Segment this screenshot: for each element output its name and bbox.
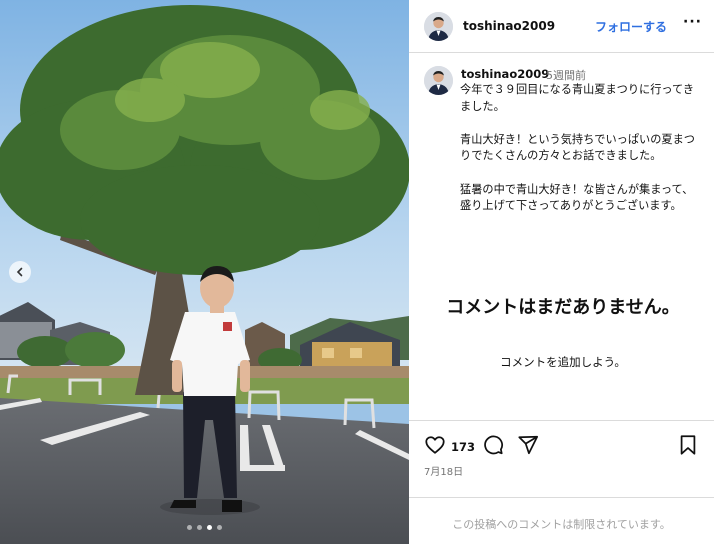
post-time-ago[interactable]: 5週間前 [546,67,586,83]
divider [409,497,714,498]
caption-paragraph: 青山大好き！という気持ちでいっぱいの夏まつりでたくさんの方々とお話できました。 [460,132,695,163]
more-options-button[interactable]: ··· [683,14,702,30]
comment-button[interactable] [482,434,504,460]
share-button[interactable] [517,434,539,460]
post-photo[interactable] [0,0,409,544]
carousel-dot[interactable] [197,525,202,530]
follow-button[interactable]: フォローする [595,18,667,35]
author-username[interactable]: toshinao2009 [463,19,555,33]
carousel-dot[interactable] [207,525,212,530]
caption-author-username[interactable]: toshinao2009 [461,67,549,81]
carousel-indicator [0,525,409,530]
comment-icon [484,435,504,455]
carousel-dot[interactable] [217,525,222,530]
comments-restricted-notice: この投稿へのコメントは制限されています。 [452,518,671,531]
author-avatar[interactable] [424,12,453,41]
post-image [0,0,409,544]
no-comments-title: コメントはまだありません。 [446,297,680,318]
caption-paragraph: 猛暑の中で青山大好き！な皆さんが集まって、盛り上げて下さってありがとうございます… [460,182,694,213]
save-button[interactable] [677,434,699,460]
post-caption: 今年で３９回目になる青山夏まつりに行ってきました。 青山大好き！という気持ちでい… [460,82,700,231]
add-comment-prompt: コメントを追加しよう。 [500,355,626,369]
like-count[interactable]: 173 [451,440,475,454]
post-date[interactable]: 7月18日 [424,463,463,478]
previous-slide-button[interactable] [9,261,31,283]
chevron-left-icon [16,267,23,277]
post-details-panel: toshinao2009 フォローする ··· toshinao2009 5週間… [409,0,714,544]
carousel-dot[interactable] [187,525,192,530]
like-button[interactable] [424,434,446,460]
post-header: toshinao2009 フォローする ··· [409,0,714,53]
send-icon [518,435,539,455]
bookmark-icon [680,435,696,455]
heart-icon [425,436,445,454]
caption-paragraph: 今年で３９回目になる青山夏まつりに行ってきました。 [460,83,695,113]
divider [409,420,714,421]
caption-author-avatar[interactable] [424,66,453,95]
